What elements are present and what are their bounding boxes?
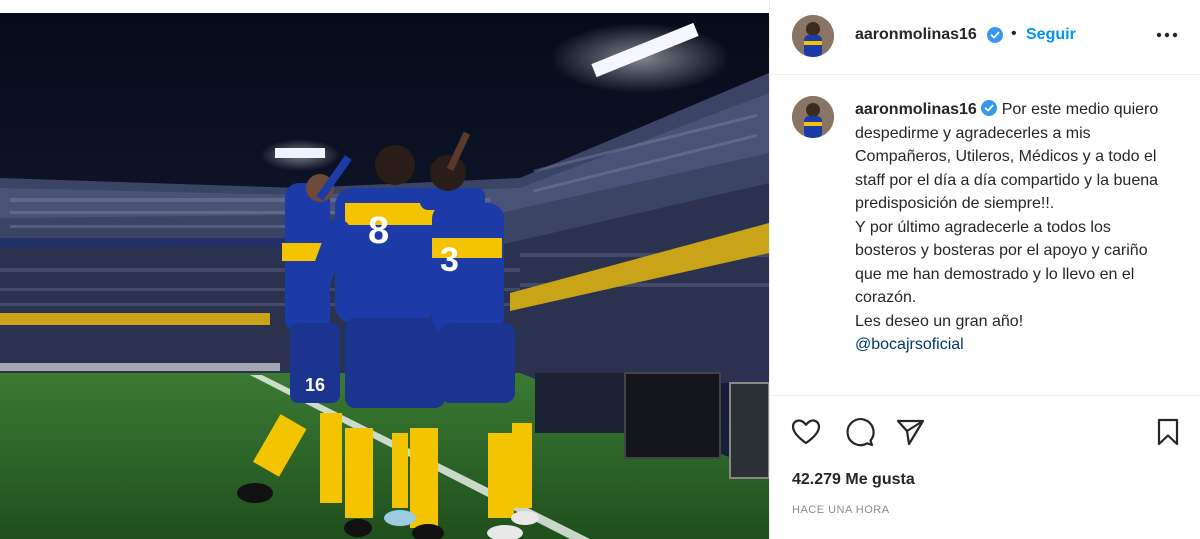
comment-icon[interactable] xyxy=(843,416,875,448)
jersey-number-16: 16 xyxy=(305,375,325,395)
post-header: aaronmolinas16 • Seguir xyxy=(770,0,1200,75)
caption-area: aaronmolinas16 Por este medio quiero des… xyxy=(770,76,1200,394)
post-timestamp[interactable]: HACE UNA HORA xyxy=(792,504,890,516)
caption-paragraph-2: Y por último agradecerle a todos los bos… xyxy=(855,218,1148,307)
author-username[interactable]: aaronmolinas16 xyxy=(855,26,977,44)
likes-count[interactable]: 42.279 Me gusta xyxy=(792,471,915,489)
share-icon[interactable] xyxy=(894,416,926,448)
caption-username[interactable]: aaronmolinas16 xyxy=(855,101,977,118)
heart-icon[interactable] xyxy=(790,416,822,448)
stadium-celebration-image: 16 8 3 xyxy=(0,13,769,539)
avatar-image xyxy=(792,15,834,57)
post-actions: 42.279 Me gusta HACE UNA HORA xyxy=(770,395,1200,539)
post-side-panel: aaronmolinas16 • Seguir aaronmolinas16 P… xyxy=(769,0,1200,539)
jersey-number-8: 8 xyxy=(368,210,389,252)
mention-link[interactable]: @bocajrsoficial xyxy=(855,336,964,353)
post-caption: aaronmolinas16 Por este medio quiero des… xyxy=(855,98,1175,357)
avatar-image xyxy=(792,96,834,138)
caption-author-avatar[interactable] xyxy=(792,96,834,138)
verified-badge-icon xyxy=(987,27,1003,43)
bookmark-icon[interactable] xyxy=(1152,416,1184,448)
post-photo[interactable]: 16 8 3 xyxy=(0,13,769,539)
follow-button[interactable]: Seguir xyxy=(1026,26,1076,44)
caption-paragraph-3: Les deseo un gran año! xyxy=(855,312,1024,330)
author-avatar[interactable] xyxy=(792,15,834,57)
header-separator: • xyxy=(1011,25,1017,42)
verified-badge-icon xyxy=(981,100,998,116)
more-options-icon[interactable] xyxy=(1154,23,1180,47)
jersey-number-3: 3 xyxy=(440,241,459,279)
